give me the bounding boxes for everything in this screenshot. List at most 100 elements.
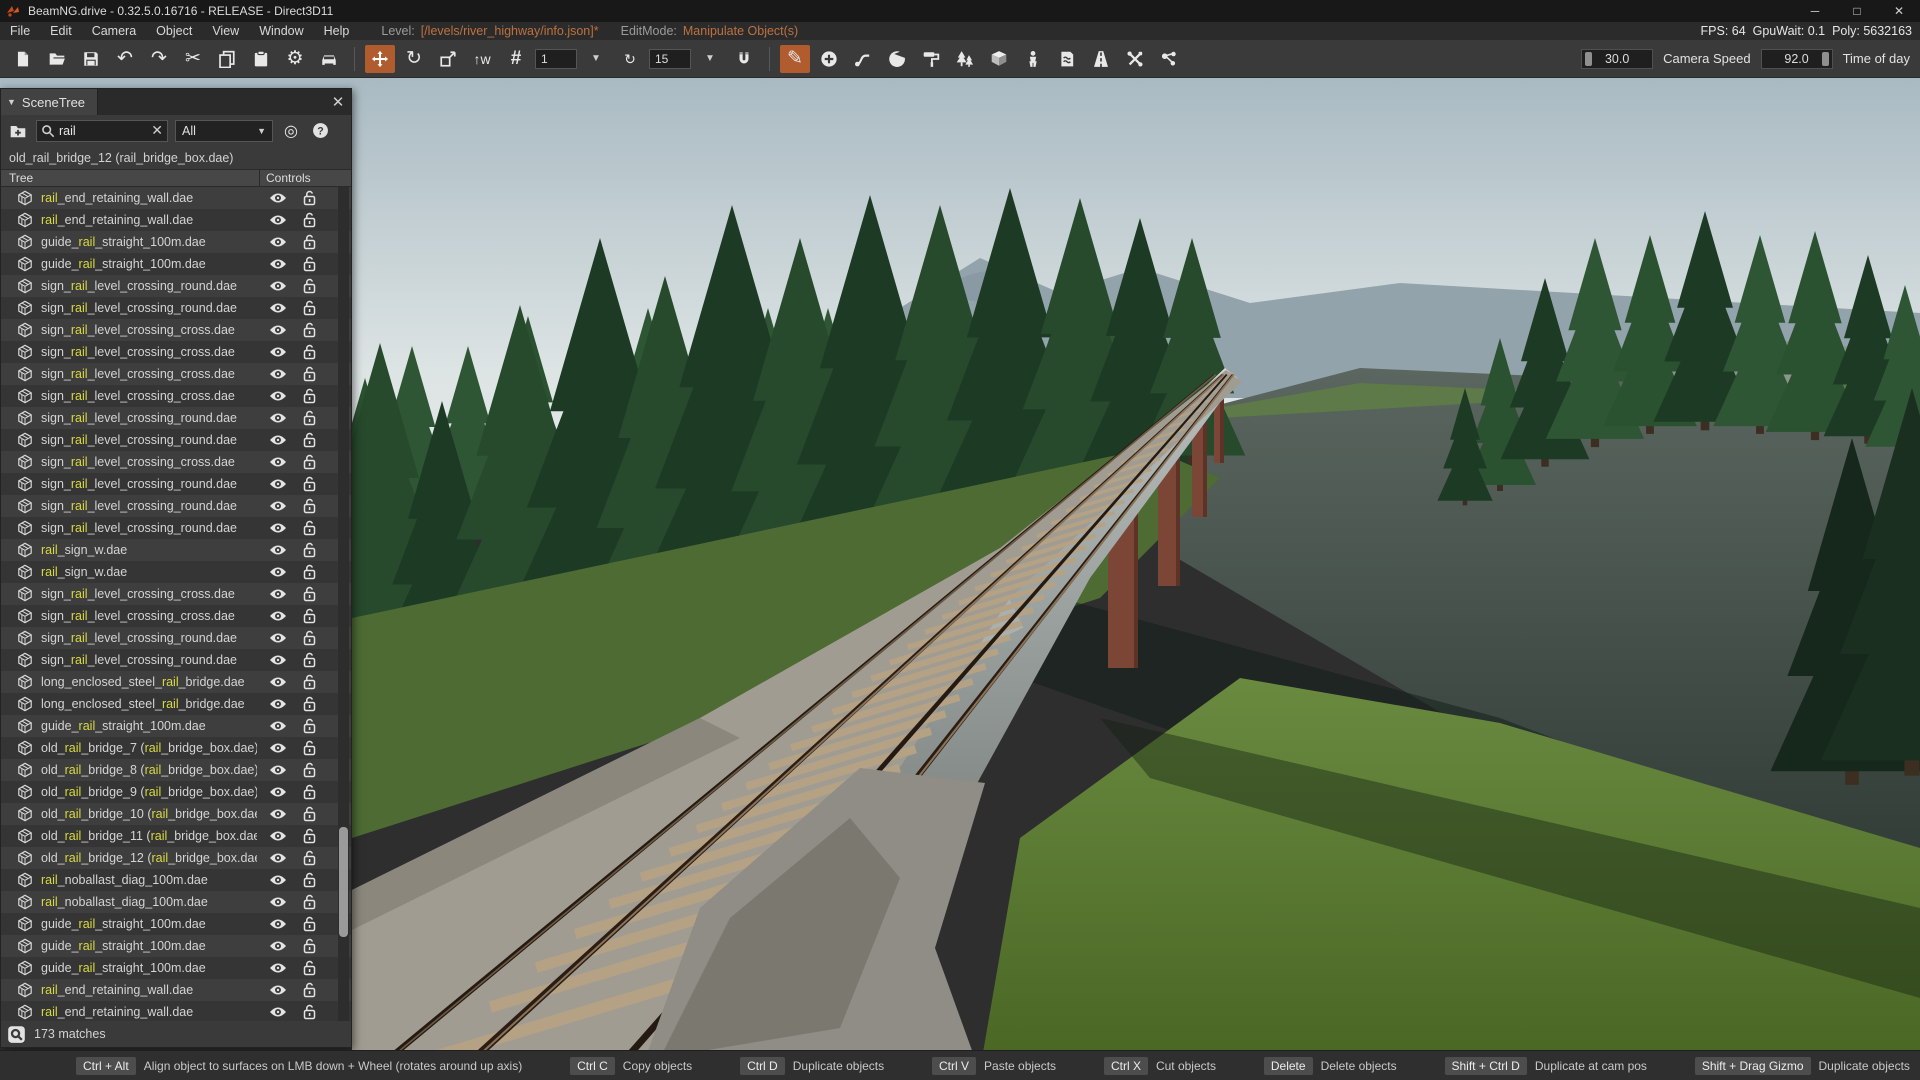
visibility-eye-icon[interactable] [269,697,287,711]
tree-row[interactable]: old_rail_bridge_12 (rail_bridge_box.dae) [1,847,351,869]
lock-icon[interactable] [302,476,317,492]
tree-row[interactable]: rail_noballast_diag_100m.dae [1,869,351,891]
edit-pencil-icon[interactable]: ✎ [780,45,810,73]
caret-down-icon[interactable]: ▼ [581,45,611,73]
search-input[interactable] [59,124,147,138]
decal-box-icon[interactable] [984,45,1014,73]
tree-row[interactable]: sign_rail_level_crossing_round.dae [1,649,351,671]
tree-scrollbar[interactable] [338,187,349,1021]
copy-icon[interactable] [212,45,242,73]
close-button[interactable]: ✕ [1878,0,1920,22]
vehicle-icon[interactable] [314,45,344,73]
lock-icon[interactable] [302,718,317,734]
new-file-icon[interactable] [8,45,38,73]
redo-icon[interactable]: ↷ [144,45,174,73]
grid-snap-icon[interactable]: # [501,45,531,73]
rotate-icon[interactable]: ↻ [399,45,429,73]
tree-row[interactable]: long_enclosed_steel_rail_bridge.dae [1,693,351,715]
menu-edit[interactable]: Edit [40,22,82,40]
lock-icon[interactable] [302,234,317,250]
time-of-day-slider-thumb[interactable] [1822,52,1829,66]
lock-icon[interactable] [302,388,317,404]
lock-icon[interactable] [302,608,317,624]
grid-snap-value-input[interactable] [535,49,577,69]
lock-icon[interactable] [302,586,317,602]
tree-row[interactable]: sign_rail_level_crossing_round.dae [1,297,351,319]
world-axis-icon[interactable]: ↑w [467,45,497,73]
tree-row[interactable]: guide_rail_straight_100m.dae [1,935,351,957]
lock-icon[interactable] [302,806,317,822]
camera-speed-field[interactable]: 30.0 [1581,49,1653,69]
character-icon[interactable] [1018,45,1048,73]
tree-row[interactable]: old_rail_bridge_8 (rail_bridge_box.dae) [1,759,351,781]
lock-icon[interactable] [302,674,317,690]
lock-icon[interactable] [302,278,317,294]
paste-icon[interactable] [246,45,276,73]
visibility-eye-icon[interactable] [269,521,287,535]
lock-icon[interactable] [302,520,317,536]
menu-window[interactable]: Window [249,22,313,40]
lock-icon[interactable] [302,1004,317,1020]
tree-row[interactable]: rail_sign_w.dae [1,539,351,561]
tree-row[interactable]: sign_rail_level_crossing_cross.dae [1,385,351,407]
tree-row[interactable]: sign_rail_level_crossing_round.dae [1,429,351,451]
minimize-button[interactable]: ─ [1794,0,1836,22]
lock-icon[interactable] [302,454,317,470]
tree-row[interactable]: sign_rail_level_crossing_cross.dae [1,363,351,385]
lock-icon[interactable] [302,960,317,976]
visibility-eye-icon[interactable] [269,719,287,733]
menu-object[interactable]: Object [146,22,202,40]
visibility-eye-icon[interactable] [269,829,287,843]
lock-icon[interactable] [302,850,317,866]
visibility-eye-icon[interactable] [269,411,287,425]
maximize-button[interactable]: □ [1836,0,1878,22]
lock-icon[interactable] [302,542,317,558]
lock-icon[interactable] [302,982,317,998]
visibility-eye-icon[interactable] [269,191,287,205]
visibility-eye-icon[interactable] [269,609,287,623]
lock-icon[interactable] [302,300,317,316]
lock-icon[interactable] [302,564,317,580]
visibility-eye-icon[interactable] [269,279,287,293]
tree-row[interactable]: sign_rail_level_crossing_round.dae [1,517,351,539]
tree-row[interactable]: sign_rail_level_crossing_cross.dae [1,583,351,605]
tree-row[interactable]: guide_rail_straight_100m.dae [1,253,351,275]
save-icon[interactable] [76,45,106,73]
visibility-eye-icon[interactable] [269,1005,287,1019]
lock-icon[interactable] [302,938,317,954]
tree-row[interactable]: sign_rail_level_crossing_round.dae [1,275,351,297]
visibility-eye-icon[interactable] [269,785,287,799]
visibility-eye-icon[interactable] [269,917,287,931]
translate-icon[interactable] [365,45,395,73]
clear-search-icon[interactable]: ✕ [151,122,163,139]
camera-speed-slider-thumb[interactable] [1585,52,1592,66]
visibility-eye-icon[interactable] [269,543,287,557]
lock-icon[interactable] [302,432,317,448]
lock-icon[interactable] [302,410,317,426]
lock-icon[interactable] [302,322,317,338]
tree-row[interactable]: sign_rail_level_crossing_cross.dae [1,341,351,363]
menu-help[interactable]: Help [314,22,360,40]
visibility-eye-icon[interactable] [269,807,287,821]
lock-icon[interactable] [302,828,317,844]
visibility-eye-icon[interactable] [269,741,287,755]
visibility-eye-icon[interactable] [269,345,287,359]
undo-icon[interactable]: ↶ [110,45,140,73]
visibility-eye-icon[interactable] [269,961,287,975]
tree-row[interactable]: rail_end_retaining_wall.dae [1,979,351,1001]
visibility-eye-icon[interactable] [269,565,287,579]
rotate-snap-icon[interactable]: ↻ [615,45,645,73]
caret-down-icon[interactable]: ▼ [695,45,725,73]
lock-icon[interactable] [302,498,317,514]
lock-icon[interactable] [302,784,317,800]
visibility-eye-icon[interactable] [269,455,287,469]
lock-icon[interactable] [302,344,317,360]
menu-camera[interactable]: Camera [82,22,146,40]
magnet-icon[interactable] [729,45,759,73]
visibility-eye-icon[interactable] [269,323,287,337]
visibility-eye-icon[interactable] [269,675,287,689]
tree-row[interactable]: old_rail_bridge_7 (rail_bridge_box.dae) [1,737,351,759]
tree-row[interactable]: rail_noballast_diag_100m.dae [1,891,351,913]
tree-row[interactable]: sign_rail_level_crossing_round.dae [1,407,351,429]
visibility-eye-icon[interactable] [269,939,287,953]
